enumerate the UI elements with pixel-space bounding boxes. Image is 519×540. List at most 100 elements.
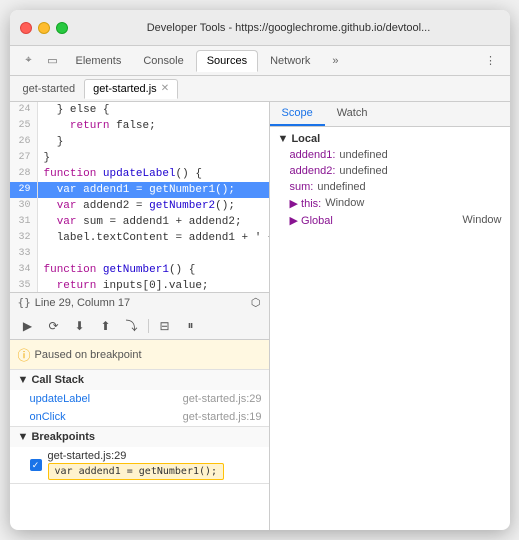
breakpoint-code: var addend1 = getNumber1(); xyxy=(48,463,225,480)
traffic-lights xyxy=(20,22,68,34)
devtools-cursor-icon[interactable]: ⌖ xyxy=(18,50,40,72)
code-line-26: 26 } xyxy=(10,134,269,150)
step-out-button[interactable]: ⬆ xyxy=(96,316,116,336)
debug-toolbar: ▶ ⟳ ⬇ ⬆ ⤵ ⊟ ⏸ xyxy=(10,312,269,340)
scope-this-label: ▶ this: xyxy=(290,197,322,210)
scope-global-label: ▶ Global xyxy=(290,214,333,227)
deactivate-breakpoints-button[interactable]: ⊟ xyxy=(155,316,175,336)
line-num-26: 26 xyxy=(10,134,38,150)
status-bar: {} Line 29, Column 17 ⬡ xyxy=(10,292,269,312)
code-line-30: 30 var addend2 = getNumber2(); xyxy=(10,198,269,214)
callstack-file-1: get-started.js:19 xyxy=(183,411,262,423)
scope-val-addend2: undefined xyxy=(339,165,387,177)
scope-local-header[interactable]: ▼ Local xyxy=(274,131,506,147)
tab-network[interactable]: Network xyxy=(260,51,320,71)
callstack-item-0[interactable]: updateLabel get-started.js:29 xyxy=(10,390,270,408)
scope-key-sum: sum: xyxy=(290,181,314,193)
code-editor[interactable]: 24 } else { 25 return false; 26 } 27 } 2 xyxy=(10,102,269,292)
breakpoint-file: get-started.js:29 xyxy=(48,450,225,462)
line-num-24: 24 xyxy=(10,102,38,118)
minimize-button[interactable] xyxy=(38,22,50,34)
scope-val-sum: undefined xyxy=(317,181,365,193)
debug-panel: ⓘ Paused on breakpoint ▼ Call Stack upda… xyxy=(10,340,270,530)
scope-global-val: Window xyxy=(462,214,501,227)
tab-console[interactable]: Console xyxy=(133,51,193,71)
window-title: Developer Tools - https://googlechrome.g… xyxy=(78,22,500,34)
filetab-label-js: get-started.js xyxy=(93,83,157,95)
scope-this-val: Window xyxy=(325,197,364,210)
line-num-35: 35 xyxy=(10,278,38,292)
resume-button[interactable]: ▶ xyxy=(18,316,38,336)
callstack-name-0: updateLabel xyxy=(30,393,91,405)
scope-var-sum: sum: undefined xyxy=(274,179,506,195)
toolbar-divider xyxy=(148,319,149,333)
code-text-26: } xyxy=(38,134,64,150)
file-tabbar: get-started get-started.js ✕ xyxy=(10,76,510,102)
maximize-button[interactable] xyxy=(56,22,68,34)
callstack-header[interactable]: ▼ Call Stack xyxy=(10,370,270,390)
scope-tab-watch[interactable]: Watch xyxy=(325,102,380,126)
titlebar: Developer Tools - https://googlechrome.g… xyxy=(10,10,510,46)
code-text-25: return false; xyxy=(38,118,156,134)
code-line-27: 27 } xyxy=(10,150,269,166)
code-text-31: var sum = addend1 + addend2; xyxy=(38,214,242,230)
line-num-27: 27 xyxy=(10,150,38,166)
breakpoint-checkbox[interactable] xyxy=(30,459,42,471)
code-panel: 24 } else { 25 return false; 26 } 27 } 2 xyxy=(10,102,270,530)
line-num-28: 28 xyxy=(10,166,38,182)
callstack-file-0: get-started.js:29 xyxy=(183,393,262,405)
breakpoints-header-label: ▼ Breakpoints xyxy=(18,431,96,443)
code-line-34: 34 function getNumber1() { xyxy=(10,262,269,278)
callstack-item-1[interactable]: onClick get-started.js:19 xyxy=(10,408,270,426)
filetab-get-started[interactable]: get-started xyxy=(14,79,85,99)
scope-key-addend1: addend1: xyxy=(290,149,336,161)
main-tabbar: ⌖ ▭ Elements Console Sources Network » ⋮ xyxy=(10,46,510,76)
code-line-28: 28 function updateLabel() { xyxy=(10,166,269,182)
code-line-33: 33 xyxy=(10,246,269,262)
paused-banner: ⓘ Paused on breakpoint xyxy=(10,340,270,370)
scope-content: ▼ Local addend1: undefined addend2: unde… xyxy=(270,127,510,233)
scope-panel: Scope Watch ▼ Local addend1: undefined a… xyxy=(270,102,510,530)
filetab-get-started-js[interactable]: get-started.js ✕ xyxy=(84,79,178,99)
statusbar-text[interactable]: Line 29, Column 17 xyxy=(35,297,130,309)
callstack-header-label: ▼ Call Stack xyxy=(18,374,85,386)
callstack-name-1: onClick xyxy=(30,411,66,423)
close-button[interactable] xyxy=(20,22,32,34)
tab-sources[interactable]: Sources xyxy=(196,50,258,72)
code-text-24: } else { xyxy=(38,102,110,118)
scope-tab-scope[interactable]: Scope xyxy=(270,102,325,126)
scope-tabbar: Scope Watch xyxy=(270,102,510,127)
line-num-30: 30 xyxy=(10,198,38,214)
code-text-29: var addend1 = getNumber1(); xyxy=(38,182,235,198)
scope-val-addend1: undefined xyxy=(339,149,387,161)
tab-elements[interactable]: Elements xyxy=(66,51,132,71)
code-line-24: 24 } else { xyxy=(10,102,269,118)
more-tabs-button[interactable]: » xyxy=(324,50,346,72)
filetab-close-icon[interactable]: ✕ xyxy=(161,83,169,94)
devtools-menu-button[interactable]: ⋮ xyxy=(480,50,502,72)
info-icon: ⓘ xyxy=(18,345,31,364)
code-text-33 xyxy=(38,246,51,262)
scope-local-label: ▼ Local xyxy=(278,133,321,145)
code-line-29: 29 var addend1 = getNumber1(); xyxy=(10,182,269,198)
breakpoints-header[interactable]: ▼ Breakpoints xyxy=(10,427,270,447)
statusbar-expand-icon[interactable]: ⬡ xyxy=(251,296,261,309)
scope-global[interactable]: ▶ Global Window xyxy=(274,212,506,229)
scope-this[interactable]: ▶ this: Window xyxy=(274,195,506,212)
code-line-31: 31 var sum = addend1 + addend2; xyxy=(10,214,269,230)
device-toolbar-icon[interactable]: ▭ xyxy=(42,50,64,72)
paused-label: Paused on breakpoint xyxy=(35,349,142,361)
scope-var-addend2: addend2: undefined xyxy=(274,163,506,179)
line-num-32: 32 xyxy=(10,230,38,246)
step-button[interactable]: ⤵ xyxy=(122,316,142,336)
code-line-25: 25 return false; xyxy=(10,118,269,134)
pause-on-exceptions-button[interactable]: ⏸ xyxy=(181,316,201,336)
code-text-27: } xyxy=(38,150,51,166)
step-over-button[interactable]: ⟳ xyxy=(44,316,64,336)
code-line-32: 32 label.textContent = addend1 + ' + ' +… xyxy=(10,230,269,246)
main-area: 24 } else { 25 return false; 26 } 27 } 2 xyxy=(10,102,510,530)
code-text-34: function getNumber1() { xyxy=(38,262,196,278)
breakpoint-item-0[interactable]: get-started.js:29 var addend1 = getNumbe… xyxy=(10,447,270,483)
step-into-button[interactable]: ⬇ xyxy=(70,316,90,336)
statusbar-icon: {} xyxy=(18,296,31,309)
